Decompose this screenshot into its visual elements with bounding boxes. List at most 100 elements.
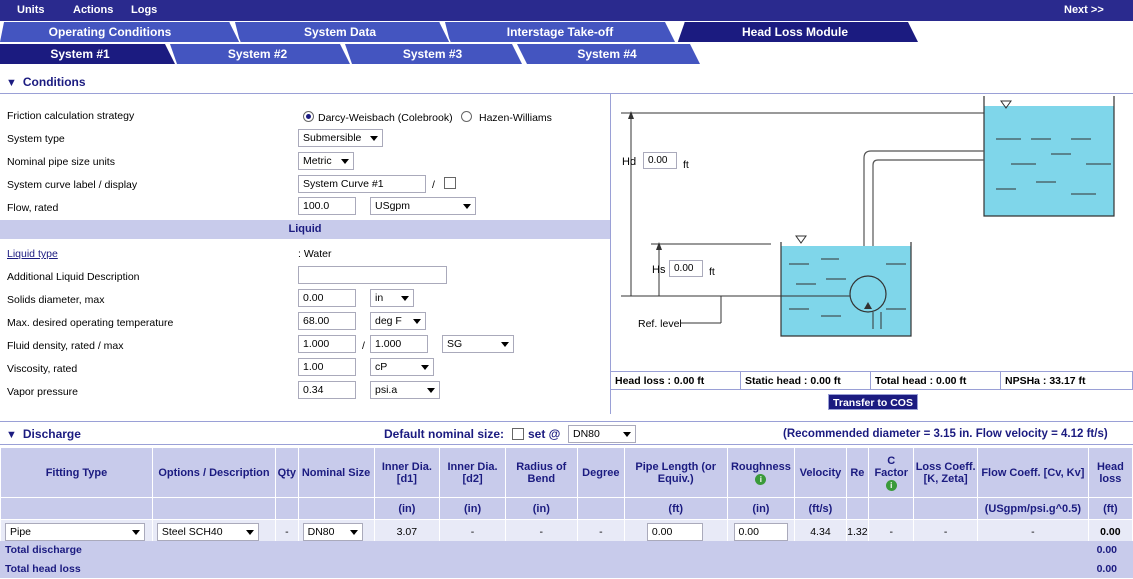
unit-length: (ft) [623, 497, 728, 520]
solids-unit-value: in [375, 292, 384, 304]
menu-actions[interactable]: Actions [73, 4, 113, 16]
conditions-header[interactable]: ▼ Conditions [0, 70, 1133, 94]
tab-interstage-takeoff[interactable]: Interstage Take-off [450, 22, 670, 42]
total-discharge-value: 0.00 [1096, 544, 1117, 556]
col-radius-bend: Radius of Bend [504, 447, 578, 498]
liquid-desc-input[interactable] [298, 266, 447, 284]
vapor-label: Vapor pressure [7, 386, 79, 398]
solids-label: Solids diameter, max [7, 294, 105, 306]
vapor-input[interactable]: 0.34 [298, 381, 356, 399]
total-head-loss-label: Total head loss [5, 563, 81, 575]
tab-system-1[interactable]: System #1 [0, 44, 160, 64]
flow-label: Flow, rated [7, 202, 59, 214]
d2-cell: - [439, 519, 506, 544]
unit-velocity: (ft/s) [794, 497, 847, 520]
total-discharge-label: Total discharge [5, 544, 82, 556]
col-fitting-type: Fitting Type [0, 447, 153, 498]
friction-label: Friction calculation strategy [7, 110, 135, 122]
hd-unit: ft [683, 159, 689, 171]
info-icon[interactable]: i [885, 479, 897, 491]
unit-fitting [0, 497, 153, 520]
roughness-header: Roughness [730, 460, 791, 473]
velocity-cell: 4.34 [794, 519, 847, 544]
flow-unit-select[interactable]: USgpm [370, 197, 476, 215]
flow-input[interactable]: 100.0 [298, 197, 356, 215]
darcy-radio[interactable] [303, 111, 314, 122]
chevron-down-icon [245, 530, 254, 535]
total-head-loss-row: Total head loss 0.00 [0, 560, 1133, 578]
col-nominal-size: Nominal Size [297, 447, 375, 498]
info-icon[interactable]: i [755, 473, 767, 485]
ref-level-label: Ref. level [638, 318, 682, 330]
menu-bar: Units Actions Logs Next >> [0, 0, 1133, 21]
tab-system-2[interactable]: System #2 [175, 44, 340, 64]
system-tabs: System #1 System #2 System #3 System #4 [0, 44, 1133, 64]
col-inner-dia-d1: Inner Dia. [d1] [373, 447, 441, 498]
discharge-header[interactable]: ▼ Discharge Default nominal size: set @ D… [0, 421, 1133, 445]
system-diagram: Hd 0.00 ft Hs 0.00 ft Ref. level [610, 94, 1133, 414]
temp-unit-select[interactable]: deg F [370, 312, 426, 330]
tab-system-4[interactable]: System #4 [522, 44, 692, 64]
tab-system-data[interactable]: System Data [240, 22, 440, 42]
hazen-label: Hazen-Williams [479, 112, 552, 124]
next-button[interactable]: Next >> [1064, 4, 1104, 16]
density-rated-input[interactable]: 1.000 [298, 335, 356, 353]
unit-loss [913, 497, 978, 520]
transfer-to-cos-button[interactable]: Transfer to COS [828, 394, 918, 410]
col-flow-coeff: Flow Coeff. [Cv, Kv] [976, 447, 1089, 498]
curve-display-checkbox[interactable] [444, 177, 456, 189]
curve-label: System curve label / display [7, 179, 138, 191]
pipe-units-select[interactable]: Metric [298, 152, 354, 170]
headloss-cell: 0.00 [1087, 519, 1133, 544]
unit-flowcoeff: (USgpm/psi.g^0.5) [976, 497, 1089, 520]
solids-input[interactable]: 0.00 [298, 289, 356, 307]
fitting-type-select[interactable]: Pipe [5, 523, 145, 541]
recommendation-text: (Recommended diameter = 3.15 in. Flow ve… [783, 428, 1108, 440]
density-unit-select[interactable]: SG [442, 335, 514, 353]
hs-input[interactable]: 0.00 [669, 260, 703, 277]
solids-unit-select[interactable]: in [370, 289, 414, 307]
nominal-cell: DN80 [297, 519, 375, 544]
tab-system-3[interactable]: System #3 [350, 44, 515, 64]
length-cell: 0.00 [623, 519, 728, 544]
density-unit-value: SG [447, 338, 463, 350]
vapor-unit-select[interactable]: psi.a [370, 381, 440, 399]
hazen-radio[interactable] [461, 111, 472, 122]
radius-cell: - [504, 519, 578, 544]
menu-units[interactable]: Units [17, 4, 45, 16]
roughness-input[interactable]: 0.00 [733, 523, 788, 541]
nominal-size-select[interactable]: DN80 [302, 523, 363, 541]
tab-head-loss-module[interactable]: Head Loss Module [690, 22, 900, 42]
unit-cfactor [868, 497, 915, 520]
c-factor-header: C Factor [874, 454, 909, 479]
options-select[interactable]: Steel SCH40 [156, 523, 259, 541]
vapor-unit-value: psi.a [375, 384, 398, 396]
chevron-down-icon [132, 530, 140, 535]
tab-operating-conditions[interactable]: Operating Conditions [10, 22, 210, 42]
temp-input[interactable]: 68.00 [298, 312, 356, 330]
liquid-type-link[interactable]: Liquid type [7, 248, 58, 260]
viscosity-input[interactable]: 1.00 [298, 358, 356, 376]
total-head-stat: Total head : 0.00 ft [870, 371, 1000, 390]
set-default-checkbox[interactable] [512, 428, 524, 440]
collapse-triangle-icon[interactable]: ▼ [6, 71, 17, 95]
curve-label-input[interactable]: System Curve #1 [298, 175, 426, 193]
conditions-title: Conditions [22, 75, 86, 89]
system-type-select[interactable]: Submersible [298, 129, 383, 147]
chevron-down-icon [349, 530, 358, 535]
static-head-stat: Static head : 0.00 ft [740, 371, 870, 390]
collapse-triangle-icon[interactable]: ▼ [6, 423, 17, 447]
default-size-select[interactable]: DN80 [568, 425, 636, 443]
pipe-length-input[interactable]: 0.00 [646, 523, 703, 541]
col-loss-coeff: Loss Coeff. [K, Zeta] [913, 447, 978, 498]
viscosity-unit-select[interactable]: cP [370, 358, 434, 376]
hd-input[interactable]: 0.00 [643, 152, 677, 169]
darcy-label: Darcy-Weisbach (Colebrook) [318, 112, 453, 124]
liquid-type-value: : Water [298, 248, 332, 260]
flow-unit-value: USgpm [375, 200, 411, 212]
unit-d2: (in) [439, 497, 506, 520]
table-row: Pipe Steel SCH40 - DN80 3.07 - - - 0.00 … [0, 519, 1133, 544]
fittings-table: Fitting Type Options / Description Qty N… [0, 447, 1133, 544]
menu-logs[interactable]: Logs [131, 4, 157, 16]
density-max-input[interactable]: 1.000 [370, 335, 428, 353]
